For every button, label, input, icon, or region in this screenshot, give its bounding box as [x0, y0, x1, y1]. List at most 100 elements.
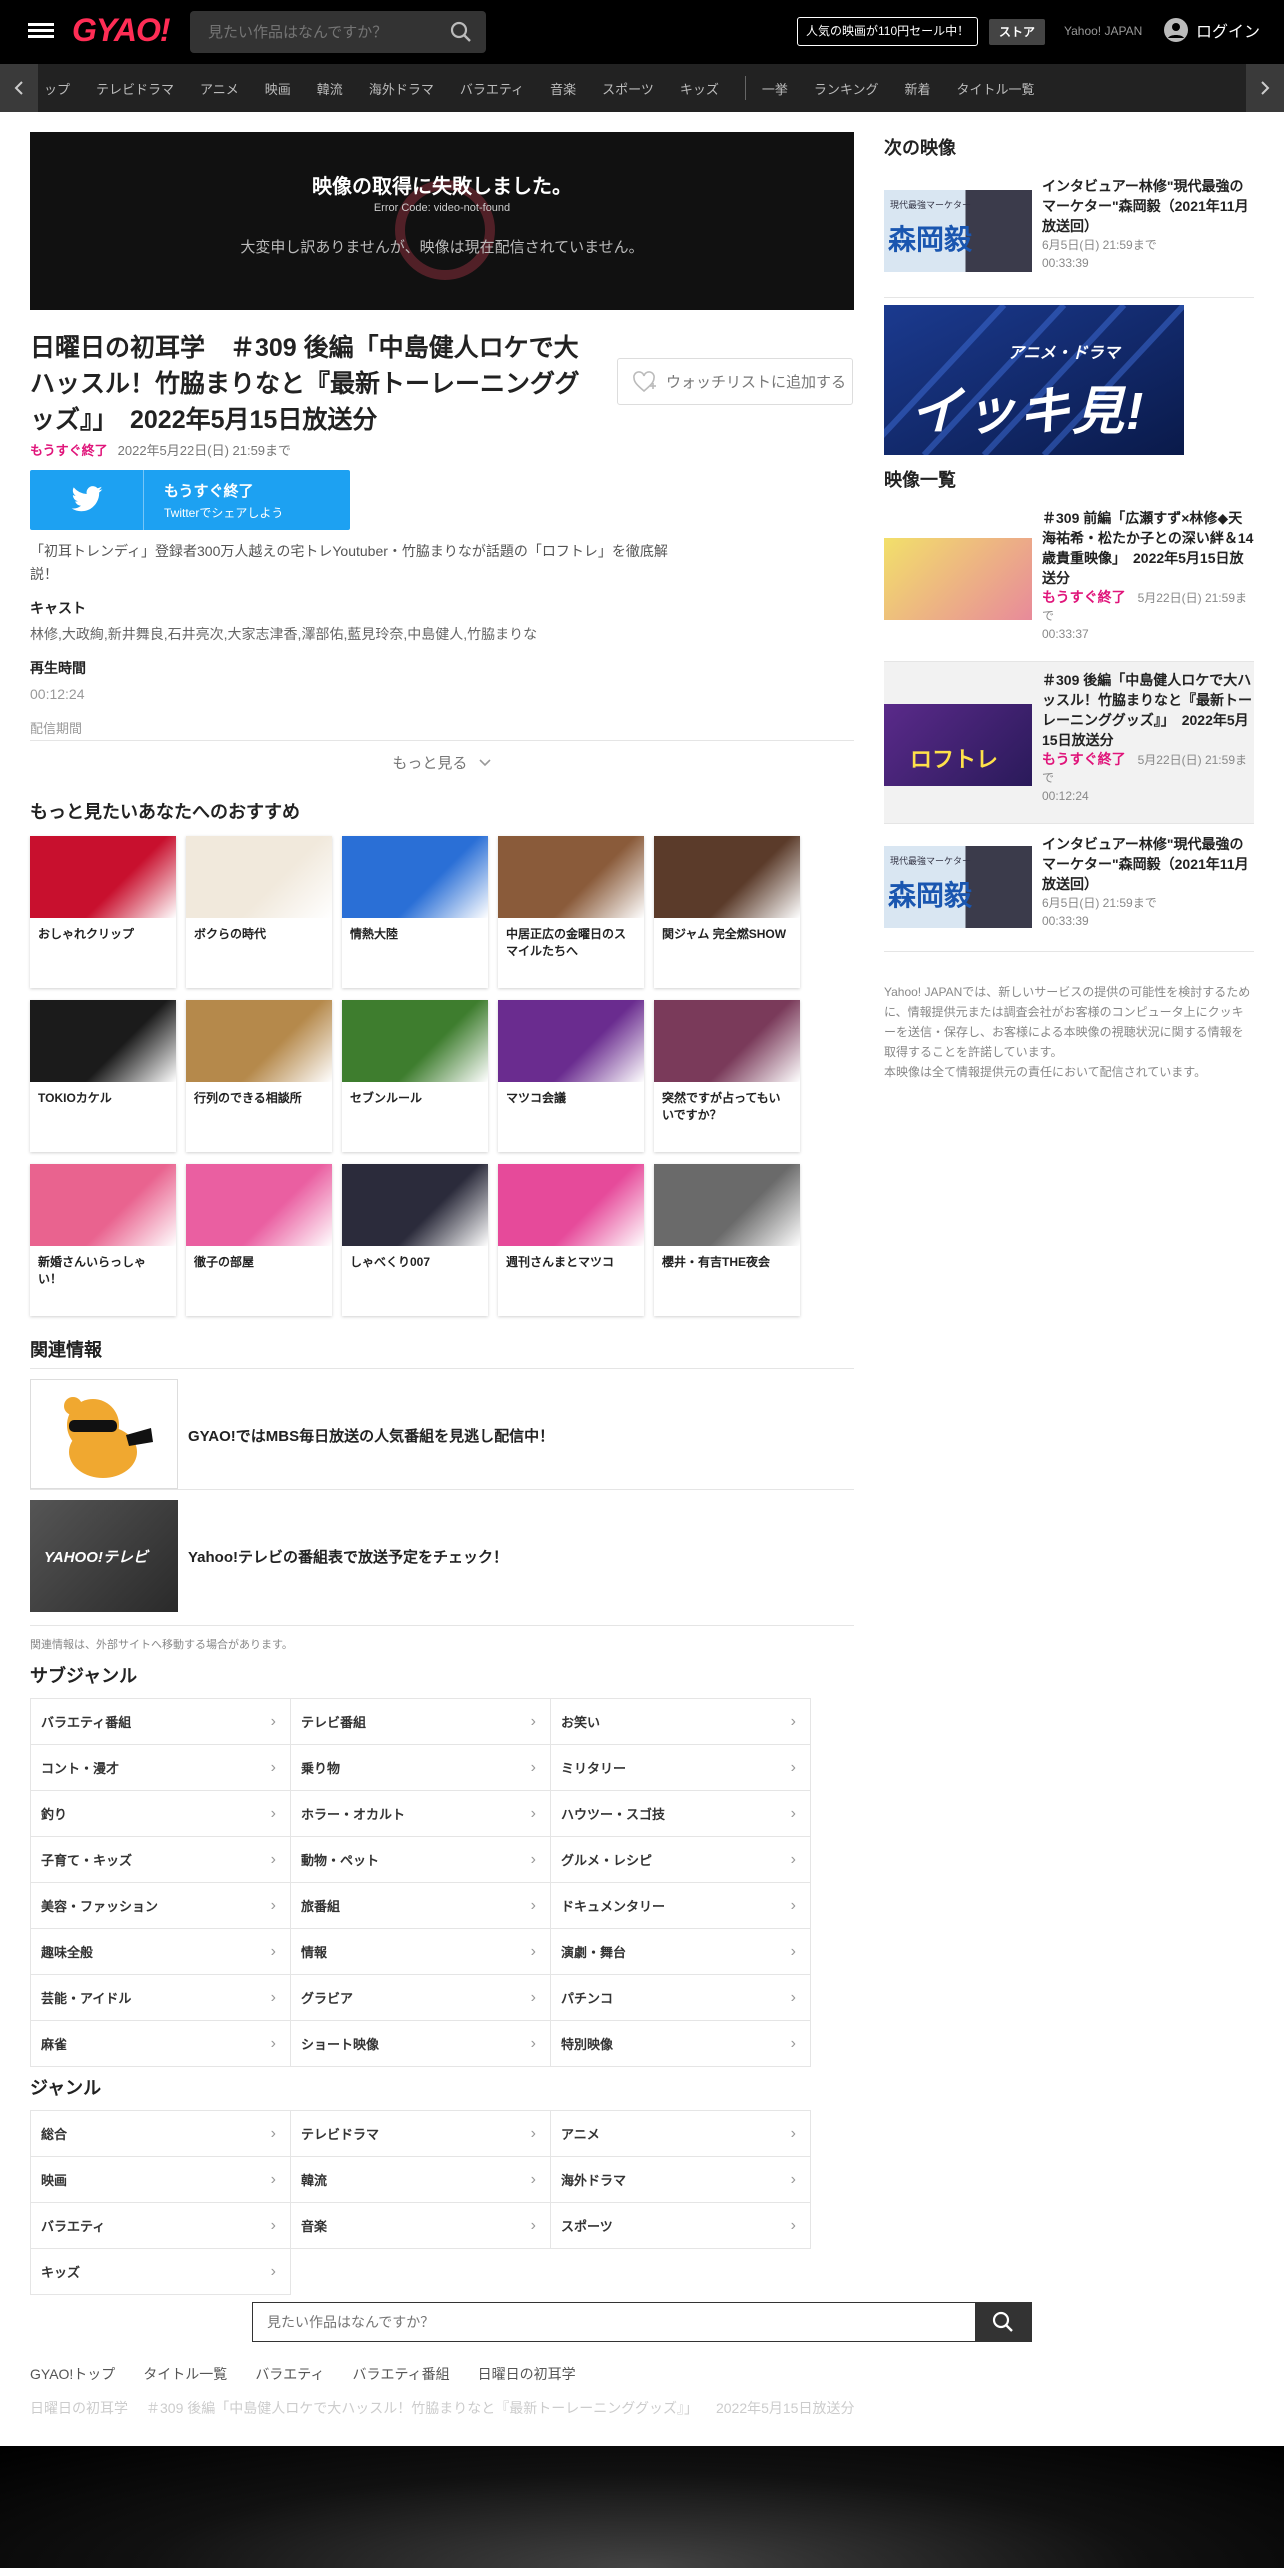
recommend-card[interactable]: 週刊さんまとマツコ [498, 1164, 644, 1316]
search-input-bottom[interactable] [253, 2303, 975, 2341]
subgenre-link[interactable]: 乗り物 › [291, 1745, 551, 1791]
next-video-info: インタビュアー林修"現代最強のマーケター"森岡毅（2021年11月放送回） 6月… [1042, 176, 1254, 272]
nav-item[interactable]: テレビドラマ [96, 79, 174, 98]
related-item[interactable]: GYAO!ではMBS毎日放送の人気番組を見逃し配信中！ [30, 1379, 854, 1490]
genre-link[interactable]: テレビドラマ › [291, 2111, 551, 2157]
subgenre-link[interactable]: お笑い › [551, 1699, 811, 1745]
search-icon[interactable] [450, 21, 472, 43]
genre-link[interactable]: 海外ドラマ › [551, 2157, 811, 2203]
subgenre-link[interactable]: 麻雀 › [31, 2021, 291, 2067]
breadcrumb-item[interactable]: ＃309 後編「中島健人ロケで大ハッスル！竹脇まりなと『最新トーレーニンググッズ… [146, 2398, 698, 2418]
genre-link[interactable]: スポーツ › [551, 2203, 811, 2249]
nav-item[interactable]: 映画 [265, 79, 291, 98]
recommend-card[interactable]: 櫻井・有吉THE夜会 [654, 1164, 800, 1316]
subgenre-link[interactable]: ハウツー・スゴ技 › [551, 1791, 811, 1837]
recommend-card[interactable]: TOKIOカケル [30, 1000, 176, 1152]
nav-next-button[interactable] [1246, 64, 1284, 112]
subgenre-link[interactable]: 釣り › [31, 1791, 291, 1837]
nav-item[interactable]: ップ [44, 79, 70, 98]
subgenre-link[interactable]: コント・漫才 › [31, 1745, 291, 1791]
footer-link[interactable]: 日曜日の初耳学 [478, 2364, 576, 2384]
recommend-card[interactable]: 新婚さんいらっしゃい！ [30, 1164, 176, 1316]
recommend-card[interactable]: 中居正広の金曜日のスマイルたちへ [498, 836, 644, 988]
video-list-item[interactable]: ＃309 前編「広瀬すず×林修◆天海祐希・松たか子との深い絆＆14歳貴重映像」 … [884, 498, 1254, 662]
subgenre-link[interactable]: 演劇・舞台 › [551, 1929, 811, 1975]
recommend-card[interactable]: 関ジャム 完全燃SHOW [654, 836, 800, 988]
genre-link[interactable]: 総合 › [31, 2111, 291, 2157]
yahoo-japan-link[interactable]: Yahoo! JAPAN [1064, 24, 1142, 38]
recommend-card[interactable]: セブンルール [342, 1000, 488, 1152]
related-item[interactable]: YAHOO!テレビ Yahoo!テレビの番組表で放送予定をチェック！ [30, 1500, 854, 1626]
next-video-item[interactable]: 現代最強マーケター 森岡毅 インタビュアー林修"現代最強のマーケター"森岡毅（2… [884, 172, 1254, 298]
ikkimi-banner[interactable]: アニメ・ドラマ イッキ見! [884, 305, 1184, 455]
recommend-card[interactable]: しゃべくり007 [342, 1164, 488, 1316]
subgenre-link[interactable]: グラビア › [291, 1975, 551, 2021]
genre-link[interactable]: 映画 › [31, 2157, 291, 2203]
subgenre-link[interactable]: パチンコ › [551, 1975, 811, 2021]
recommend-card[interactable]: 徹子の部屋 [186, 1164, 332, 1316]
video-list-item-current[interactable]: ロフトレ ＃309 後編「中島健人ロケで大ハッスル！竹脇まりなと『最新トーレーニ… [884, 662, 1254, 824]
nav-item[interactable]: バラエティ [460, 79, 524, 98]
genre-link[interactable]: バラエティ › [31, 2203, 291, 2249]
chevron-right-icon: › [790, 2216, 796, 2234]
logo[interactable]: GYAO! [72, 12, 171, 49]
recommend-card[interactable]: ボクらの時代 [186, 836, 332, 988]
subgenre-link[interactable]: ホラー・オカルト › [291, 1791, 551, 1837]
player-error-code: Error Code: video-not-found [373, 202, 511, 214]
subgenre-link[interactable]: 美容・ファッション › [31, 1883, 291, 1929]
subgenre-link[interactable]: テレビ番組 › [291, 1699, 551, 1745]
recommend-card[interactable]: おしゃれクリップ [30, 836, 176, 988]
subgenre-link[interactable]: 情報 › [291, 1929, 551, 1975]
recommend-card[interactable]: マツコ会議 [498, 1000, 644, 1152]
promo-link[interactable]: 人気の映画が110円セール中！ [797, 17, 979, 46]
subgenre-label: 動物・ペット [301, 1853, 380, 1868]
nav-item[interactable]: 海外ドラマ [369, 79, 434, 98]
video-list-item[interactable]: 現代最強マーケター 森岡毅 インタビュアー林修"現代最強のマーケター"森岡毅（2… [884, 824, 1254, 952]
recommend-card[interactable]: 行列のできる相談所 [186, 1000, 332, 1152]
subgenre-link[interactable]: 芸能・アイドル › [31, 1975, 291, 2021]
login-button[interactable]: ログイン [1164, 18, 1260, 42]
genre-link[interactable]: キッズ › [31, 2249, 291, 2295]
nav-item[interactable]: 音楽 [550, 79, 576, 98]
subgenre-link[interactable]: バラエティ番組 › [31, 1699, 291, 1745]
search-input[interactable] [190, 11, 430, 53]
nav-item[interactable]: タイトル一覧 [957, 79, 1035, 98]
genre-link[interactable]: 韓流 › [291, 2157, 551, 2203]
nav-item[interactable]: 新着 [904, 79, 930, 98]
recommend-card[interactable]: 情熱大陸 [342, 836, 488, 988]
subgenre-link[interactable]: ミリタリー › [551, 1745, 811, 1791]
heart-plus-icon [633, 370, 656, 392]
nav-item[interactable]: 韓流 [317, 79, 343, 98]
subgenre-link[interactable]: グルメ・レシピ › [551, 1837, 811, 1883]
footer-link[interactable]: バラエティ番組 [352, 2364, 449, 2384]
recommend-card[interactable]: 突然ですが占ってもいいですか？ [654, 1000, 800, 1152]
nav-item[interactable]: ランキング [814, 79, 879, 98]
genre-link[interactable]: 音楽 › [291, 2203, 551, 2249]
genre-link[interactable]: アニメ › [551, 2111, 811, 2157]
show-more-button[interactable]: もっと見る [30, 752, 854, 773]
nav-item[interactable]: キッズ [680, 79, 719, 98]
subgenre-link[interactable]: 特別映像 › [551, 2021, 811, 2067]
subgenre-link[interactable]: 子育て・キッズ › [31, 1837, 291, 1883]
footer-link[interactable]: バラエティ [255, 2364, 324, 2384]
subgenre-link[interactable]: ドキュメンタリー › [551, 1883, 811, 1929]
genre-label: 音楽 [301, 2219, 328, 2234]
store-button[interactable]: ストア [989, 19, 1046, 45]
subgenre-link[interactable]: 動物・ペット › [291, 1837, 551, 1883]
footer-link[interactable]: タイトル一覧 [143, 2364, 227, 2384]
breadcrumb-item[interactable]: 日曜日の初耳学 [30, 2398, 128, 2418]
search-button[interactable] [975, 2303, 1031, 2341]
nav-prev-button[interactable] [0, 64, 38, 112]
video-player[interactable]: 映像の取得に失敗しました。 Error Code: video-not-foun… [30, 132, 854, 310]
nav-item[interactable]: アニメ [200, 79, 239, 98]
watchlist-button[interactable]: ウォッチリストに追加する [617, 358, 853, 405]
twitter-share-button[interactable]: もうすぐ終了 Twitterでシェアしよう [30, 470, 350, 530]
subgenre-link[interactable]: ショート映像 › [291, 2021, 551, 2067]
nav-item[interactable]: 一挙 [762, 79, 788, 98]
subgenre-link[interactable]: 旅番組 › [291, 1883, 551, 1929]
footer-link[interactable]: GYAO!トップ [30, 2364, 115, 2384]
genre-table: 総合 › テレビドラマ › アニメ › 映画 › 韓流 › 海外ドラマ › バラエティ › 音楽 › スポーツ ›… [30, 2110, 811, 2295]
subgenre-link[interactable]: 趣味全般 › [31, 1929, 291, 1975]
menu-icon[interactable] [28, 20, 54, 44]
nav-item[interactable]: スポーツ [602, 79, 654, 98]
